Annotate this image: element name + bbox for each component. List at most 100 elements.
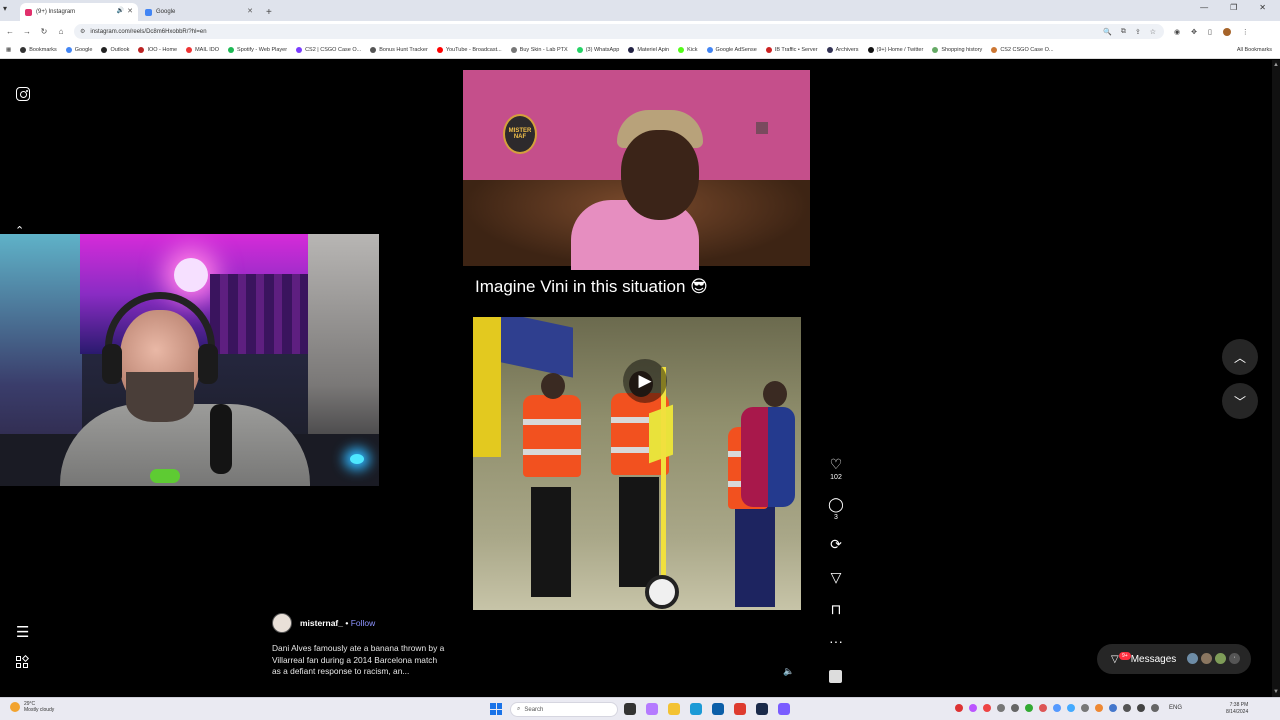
close-window-icon[interactable]: ✕ — [1259, 3, 1266, 12]
back-icon[interactable]: ← — [3, 27, 17, 36]
bookmark-item[interactable]: YouTube - Broadcast... — [436, 47, 502, 53]
bookmark-item[interactable]: (3) WhatsApp — [576, 47, 619, 53]
taskbar-search[interactable]: ⌕ Search — [510, 702, 618, 717]
bookmark-item[interactable]: Bookmarks — [20, 47, 57, 53]
tray-icon[interactable] — [1081, 704, 1089, 712]
tray-icon[interactable] — [1067, 704, 1075, 712]
bookmark-item[interactable]: Google — [65, 47, 92, 53]
tray-icon[interactable] — [1011, 704, 1019, 712]
bookmark-item[interactable]: Kick — [678, 47, 698, 53]
apps-grid-icon[interactable]: ▦ — [6, 47, 11, 53]
edge-icon[interactable] — [690, 703, 702, 715]
volume-icon[interactable] — [1137, 704, 1145, 712]
bookmark-item[interactable]: Archivers — [826, 47, 859, 53]
close-tab-icon[interactable]: ✕ — [127, 7, 133, 15]
bookmark-item[interactable]: Buy Skin - Lab PTX — [510, 47, 568, 53]
steam-icon[interactable] — [756, 703, 768, 715]
heart-icon[interactable]: ♡ — [825, 456, 847, 472]
sidepanel-icon[interactable]: ▯ — [1208, 28, 1212, 36]
site-info-icon[interactable]: ⚙ — [80, 28, 85, 35]
new-tab-button[interactable]: + — [266, 7, 272, 18]
bookmark-item[interactable]: CS2 CSGO Case O... — [991, 47, 1054, 53]
star-icon[interactable]: ☆ — [1150, 28, 1156, 36]
bookmark-item[interactable]: CS2 | CSGO Case O... — [296, 47, 361, 53]
profile-avatar[interactable] — [1222, 27, 1231, 36]
scroll-down-icon[interactable]: ▼ — [1273, 689, 1279, 695]
close-tab-icon[interactable]: ✕ — [247, 7, 253, 15]
network-icon[interactable] — [1123, 704, 1131, 712]
tray-icon[interactable] — [983, 704, 991, 712]
repost-button[interactable]: ⟳ — [825, 536, 847, 552]
minimize-icon[interactable]: — — [1200, 3, 1208, 12]
bluetooth-icon[interactable] — [1109, 704, 1117, 712]
tray-icon[interactable] — [997, 704, 1005, 712]
mic-icon[interactable] — [1151, 704, 1159, 712]
more-dots-icon[interactable]: ··· — [825, 633, 847, 649]
share-button[interactable]: ▽ — [825, 569, 847, 585]
volume-icon[interactable]: 🔈 — [783, 666, 794, 677]
like-button[interactable]: ♡ 102 — [825, 456, 847, 481]
comment-button[interactable]: ◯ 3 — [825, 496, 847, 521]
extensions-puzzle-icon[interactable]: ✥ — [1191, 28, 1197, 36]
instagram-logo-icon[interactable] — [16, 87, 30, 101]
reel-description[interactable]: Dani Alves famously ate a banana thrown … — [272, 643, 448, 678]
send-icon[interactable]: ▽ — [825, 569, 847, 585]
reload-icon[interactable]: ↻ — [37, 27, 51, 36]
all-bookmarks-button[interactable]: All Bookmarks — [1237, 47, 1272, 53]
tab-google[interactable]: Google ✕ — [140, 3, 258, 21]
file-explorer-icon[interactable] — [668, 703, 680, 715]
chrome-icon[interactable] — [734, 703, 746, 715]
store-icon[interactable] — [712, 703, 724, 715]
maximize-icon[interactable]: ❐ — [1230, 3, 1237, 12]
tray-icon[interactable] — [1053, 704, 1061, 712]
zoom-icon[interactable]: 🔍 — [1103, 28, 1112, 36]
task-view-icon[interactable] — [624, 703, 636, 715]
repost-icon[interactable]: ⟳ — [825, 536, 847, 552]
author-username[interactable]: misternaf_ — [300, 618, 343, 628]
audio-avatar[interactable] — [829, 670, 842, 683]
more-menu-icon[interactable]: ☰ — [16, 623, 29, 641]
bookmark-item[interactable]: Shopping history — [932, 47, 982, 53]
discord-icon[interactable] — [778, 703, 790, 715]
bookmark-item[interactable]: IOO - Home — [138, 47, 177, 53]
tab-search-icon[interactable]: ▾ — [3, 4, 15, 16]
page-scrollbar[interactable]: ▲ ▼ — [1272, 60, 1280, 697]
tab-instagram[interactable]: (9+) Instagram 🔊 ✕ — [20, 3, 138, 21]
tray-icon[interactable] — [1025, 704, 1033, 712]
forward-icon[interactable]: → — [20, 27, 34, 36]
reel-video[interactable]: MISTER NAF Imagine Vini in this situatio… — [463, 70, 810, 687]
bookmark-item[interactable]: Materiel Apin — [628, 47, 669, 53]
tray-icon[interactable] — [1095, 704, 1103, 712]
bookmark-icon[interactable]: ⊓ — [825, 601, 847, 617]
address-bar[interactable]: ⚙ instagram.com/reels/Dc8m6HxobbR/?hl=en… — [74, 24, 1164, 39]
menu-dots-icon[interactable]: ⋮ — [1242, 28, 1249, 36]
bookmark-item[interactable]: IB Traffic • Server — [765, 47, 818, 53]
more-options-button[interactable]: ··· — [825, 633, 847, 649]
scroll-up-icon[interactable]: ▲ — [1273, 62, 1279, 68]
previous-reel-button[interactable]: ︿ — [1222, 339, 1258, 375]
audio-icon[interactable]: 🔊 — [117, 7, 124, 14]
share-icon[interactable]: ⇪ — [1135, 28, 1141, 36]
bookmark-item[interactable]: Spotify - Web Player — [228, 47, 287, 53]
start-button[interactable] — [490, 703, 502, 715]
messages-button[interactable]: ▽ 9+ Messages · — [1097, 644, 1251, 674]
tray-icon[interactable] — [955, 704, 963, 712]
reel-clip[interactable]: ▶ — [473, 317, 801, 610]
language-indicator[interactable]: ENG — [1169, 705, 1182, 711]
bookmark-item[interactable]: Bonus Hunt Tracker — [370, 47, 428, 53]
copilot-icon[interactable] — [646, 703, 658, 715]
tray-icon[interactable] — [969, 704, 977, 712]
play-icon[interactable]: ▶ — [623, 359, 667, 403]
bookmark-item[interactable]: MAIL IDO — [186, 47, 219, 53]
bookmark-item[interactable]: Google AdSense — [706, 47, 757, 53]
tray-icon[interactable] — [1039, 704, 1047, 712]
comment-icon[interactable]: ◯ — [825, 496, 847, 512]
also-from-meta-icon[interactable] — [16, 654, 30, 669]
install-icon[interactable]: ⧉ — [1121, 28, 1126, 36]
extension-icon[interactable]: ◉ — [1174, 28, 1180, 36]
bookmark-item[interactable]: Outlook — [101, 47, 129, 53]
bookmark-item[interactable]: (9+) Home / Twitter — [867, 47, 923, 53]
url-text[interactable]: instagram.com/reels/Dc8m6HxobbR/?hl=en — [90, 29, 206, 35]
avatar[interactable] — [272, 613, 292, 633]
weather-widget[interactable]: 29°C Mostly cloudy — [10, 701, 54, 713]
